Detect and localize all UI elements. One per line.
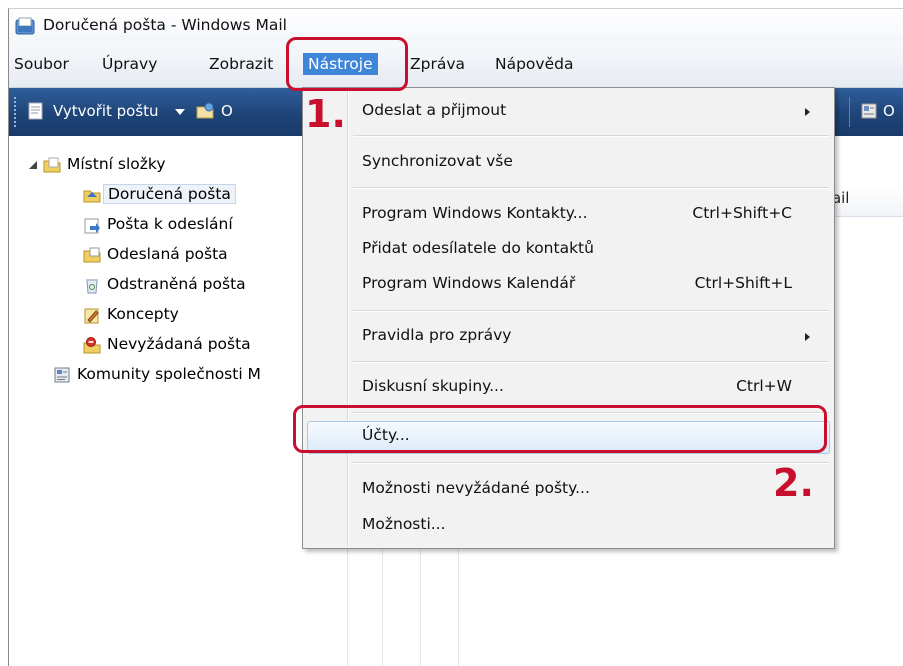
menu-zobrazit[interactable]: Zobrazit [209,55,273,73]
tree-label: Komunity společnosti M [77,365,261,383]
new-mail-button[interactable]: Vytvořit poštu [53,102,159,120]
folder-pane: Místní složky Doručená pošta Pošta k ode… [9,137,347,666]
annotation-number-step2: 2. [773,461,814,505]
menu-item-calendar[interactable]: Program Windows Kalendář Ctrl+Shift+L [303,271,832,299]
menu-item-send-receive[interactable]: Odeslat a přijmout [303,98,832,126]
tree-label: Koncepty [107,305,179,323]
submenu-arrow-icon [805,108,810,116]
sent-items-icon [83,247,101,263]
tree-label: Odstraněná pošta [107,275,246,293]
menu-bar: Soubor Úpravy Zobrazit Nástroje Zpráva N… [9,43,903,88]
reply-icon [196,102,214,119]
menu-separator [353,361,829,363]
menu-separator [353,135,829,137]
menu-soubor[interactable]: Soubor [14,55,69,73]
tree-label: Odeslaná pošta [107,245,228,263]
inbox-icon [83,190,101,203]
junk-mail-icon [83,337,101,354]
menu-item-label: Pravidla pro zprávy [362,326,512,344]
addresses-icon [861,103,877,119]
menu-item-shortcut: Ctrl+Shift+C [692,204,792,222]
menu-item-add-sender[interactable]: Přidat odesílatele do kontaktů [303,236,832,264]
menu-item-contacts[interactable]: Program Windows Kontakty... Ctrl+Shift+C [303,201,832,229]
menu-item-options[interactable]: Možnosti... [303,512,832,540]
right-button-partial[interactable]: O [883,102,895,120]
menu-item-newsgroups[interactable]: Diskusní skupiny... Ctrl+W [303,374,832,402]
menu-separator [353,462,829,464]
menu-item-shortcut: Ctrl+Shift+L [694,274,792,292]
annotation-number-step1: 1. [305,92,346,136]
menu-item-sync-all[interactable]: Synchronizovat vše [303,149,832,177]
menu-item-label: Možnosti nevyžádané pošty... [362,479,590,497]
outbox-icon [84,218,100,234]
menu-item-shortcut: Ctrl+W [736,377,792,395]
new-mail-icon [28,102,43,120]
menu-item-label: Diskusní skupiny... [362,377,504,395]
expand-triangle-icon[interactable] [29,161,37,169]
toolbar-grip[interactable] [14,97,19,127]
menu-separator [353,187,829,189]
menu-separator [353,310,829,312]
tools-menu: Odeslat a přijmout Synchronizovat vše Pr… [302,87,835,549]
tree-label: Doručená pošta [103,184,236,204]
menu-item-message-rules[interactable]: Pravidla pro zprávy [303,323,832,351]
chevron-down-icon[interactable] [175,109,185,115]
menu-item-label: Možnosti... [362,515,446,533]
recycle-bin-icon [86,279,98,294]
menu-item-label: Program Windows Kontakty... [362,204,588,222]
title-bar: Doručená pošta - Windows Mail [9,9,903,43]
menu-upravy[interactable]: Úpravy [102,55,157,73]
toolbar-separator [849,97,850,127]
submenu-arrow-icon [805,333,810,341]
menu-item-label: Odeslat a přijmout [362,101,507,119]
menu-item-junk-options[interactable]: Možnosti nevyžádané pošty... [303,476,832,504]
tree-label: Místní složky [67,155,166,173]
menu-item-label: Přidat odesílatele do kontaktů [362,239,594,257]
tree-label: Nevyžádaná pošta [107,335,251,353]
newsgroup-icon [54,367,70,383]
app-window: Doručená pošta - Windows Mail Soubor Úpr… [8,8,903,666]
windows-mail-icon [15,17,35,35]
annotation-box-step2 [293,405,827,453]
reply-button-partial[interactable]: O [221,102,233,120]
menu-napoveda[interactable]: Nápověda [495,55,573,73]
window-title: Doručená pošta - Windows Mail [43,16,287,34]
menu-item-label: Synchronizovat vše [362,152,513,170]
tree-label: Pošta k odeslání [107,215,233,233]
drafts-icon [84,308,99,324]
folder-icon [43,157,61,173]
menu-zprava[interactable]: Zpráva [410,55,465,73]
menu-item-label: Program Windows Kalendář [362,274,576,292]
annotation-box-step1 [286,37,408,91]
